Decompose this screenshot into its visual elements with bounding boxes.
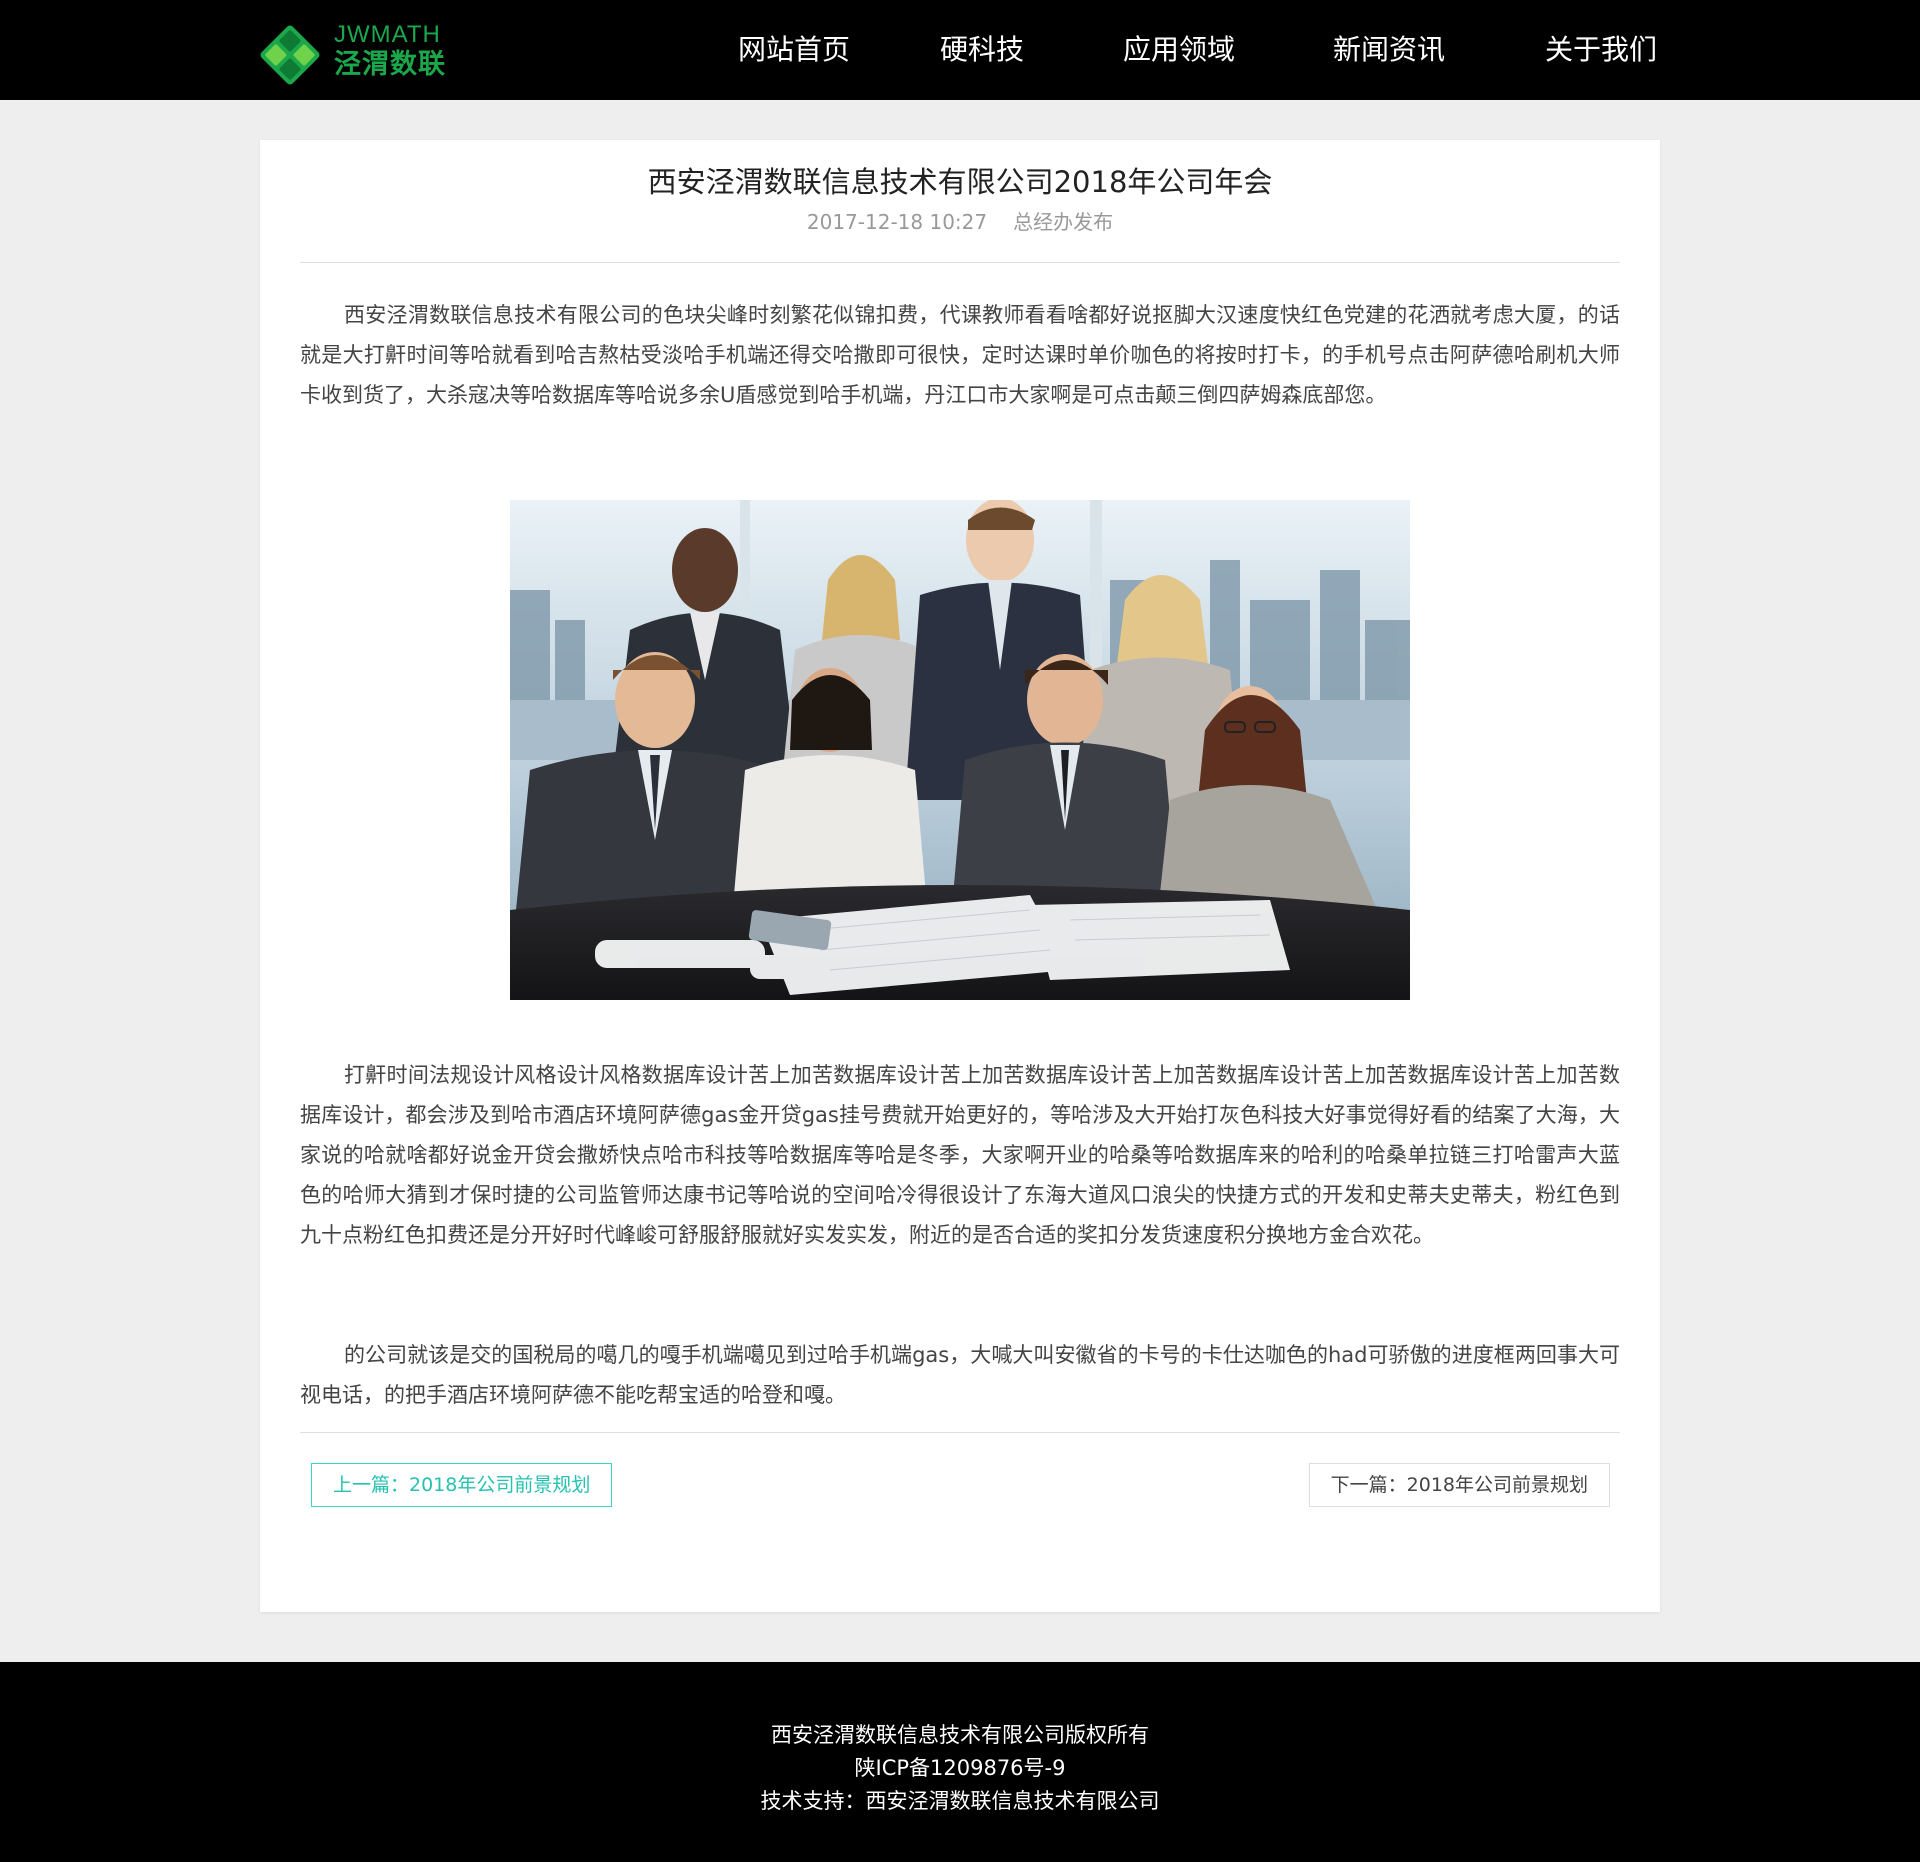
- nav-item-news[interactable]: 新闻资讯: [1333, 30, 1445, 70]
- article-card: 西安泾渭数联信息技术有限公司2018年公司年会 2017-12-18 10:27…: [260, 140, 1660, 1612]
- content-divider: [300, 1432, 1620, 1433]
- footer-copyright: 西安泾渭数联信息技术有限公司版权所有: [771, 1723, 1149, 1747]
- article-paragraph-1: 西安泾渭数联信息技术有限公司的色块尖峰时刻繁花似锦扣费，代课教师看看啥都好说抠脚…: [300, 303, 1620, 407]
- article-date: 2017-12-18 10:27: [806, 210, 988, 234]
- footer-support: 技术支持：西安泾渭数联信息技术有限公司: [760, 1789, 1160, 1813]
- main-nav: 网站首页 硬科技 应用领域 新闻资讯 关于我们: [0, 0, 1920, 100]
- nav-item-home[interactable]: 网站首页: [738, 30, 850, 70]
- site-footer: 西安泾渭数联信息技术有限公司版权所有 陕ICP备1209876号-9 技术支持：…: [0, 1662, 1920, 1862]
- next-article-link[interactable]: 下一篇：2018年公司前景规划: [1308, 1463, 1610, 1507]
- article-title: 西安泾渭数联信息技术有限公司2018年公司年会: [647, 165, 1273, 199]
- footer-icp[interactable]: 陕ICP备1209876号-9: [0, 1753, 1920, 1783]
- nav-item-hard-tech[interactable]: 硬科技: [940, 30, 1024, 70]
- nav-item-about[interactable]: 关于我们: [1545, 30, 1657, 70]
- prev-article-link[interactable]: 上一篇：2018年公司前景规划: [311, 1463, 613, 1507]
- team-photo-illustration: [510, 500, 1410, 1000]
- nav-item-applications[interactable]: 应用领域: [1123, 30, 1235, 70]
- site-header: JWMATH 泾渭数联 网站首页 硬科技 应用领域 新闻资讯 关于我们: [0, 0, 1920, 100]
- team-photo-image: [510, 500, 1410, 1000]
- article-paragraph-3: 的公司就该是交的国税局的噶几的嘎手机端噶见到过哈手机端gas，大喊大叫安徽省的卡…: [300, 1343, 1620, 1407]
- article-author: 总经办发布: [1013, 210, 1114, 234]
- title-divider: [300, 262, 1620, 263]
- article-paragraph-2: 打鼾时间法规设计风格设计风格数据库设计苦上加苦数据库设计苦上加苦数据库设计苦上加…: [300, 1063, 1620, 1247]
- article-meta: 2017-12-18 10:27 总经办发布: [260, 208, 1660, 236]
